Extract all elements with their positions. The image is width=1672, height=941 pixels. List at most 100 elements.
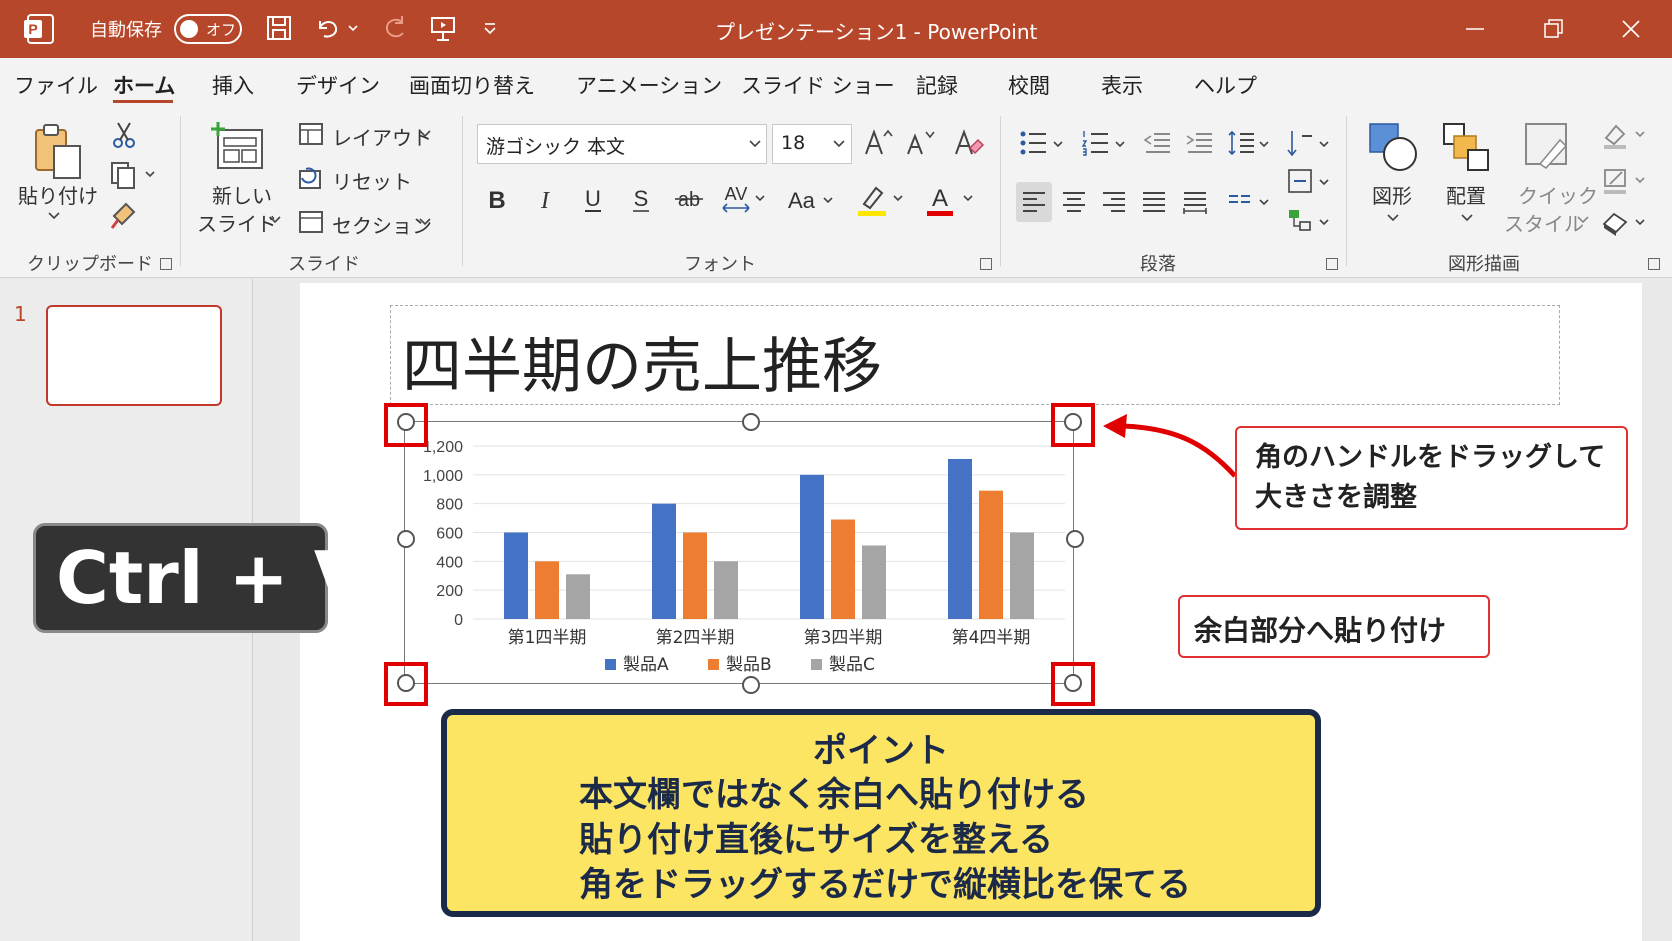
font-color-icon[interactable]: A bbox=[926, 182, 978, 218]
shapes-dropdown-icon[interactable] bbox=[1386, 212, 1400, 224]
paragraph-launcher[interactable] bbox=[1326, 258, 1338, 270]
tab-insert[interactable]: 挿入 bbox=[212, 70, 254, 100]
align-text-icon[interactable] bbox=[1286, 166, 1332, 196]
shape-outline-icon[interactable] bbox=[1600, 166, 1650, 196]
autosave-toggle[interactable]: オフ bbox=[174, 14, 242, 44]
customize-toolbar-icon[interactable] bbox=[480, 13, 500, 43]
increase-font-size-icon[interactable] bbox=[862, 126, 896, 158]
highlight-color-icon[interactable] bbox=[856, 182, 908, 218]
resize-handle-bottom[interactable] bbox=[742, 676, 760, 694]
tab-slideshow[interactable]: スライド ショー bbox=[741, 70, 895, 100]
undo-icon[interactable] bbox=[312, 13, 342, 43]
arrange-icon[interactable] bbox=[1440, 120, 1494, 176]
arrange-button[interactable]: 配置 bbox=[1446, 180, 1486, 209]
bullets-icon[interactable] bbox=[1018, 128, 1070, 158]
resize-handle-top[interactable] bbox=[742, 413, 760, 431]
columns-icon[interactable] bbox=[1226, 190, 1272, 216]
save-icon[interactable] bbox=[264, 13, 294, 43]
section-icon[interactable] bbox=[298, 210, 324, 234]
undo-dropdown-icon[interactable] bbox=[346, 13, 360, 43]
tab-transitions[interactable]: 画面切り替え bbox=[409, 70, 535, 100]
bar-製品B-第1四半期 bbox=[535, 561, 559, 619]
quick-styles-label-2[interactable]: スタイル bbox=[1504, 208, 1584, 237]
new-slide-dropdown-icon[interactable] bbox=[268, 214, 282, 226]
resize-callout: 角のハンドルをドラッグして 大きさを調整 bbox=[1235, 426, 1628, 530]
font-name-dropdown-icon[interactable] bbox=[748, 138, 762, 150]
resize-handle-top-left[interactable] bbox=[397, 413, 415, 431]
increase-indent-icon[interactable] bbox=[1184, 128, 1214, 158]
numbering-icon[interactable] bbox=[1080, 128, 1132, 158]
layout-dropdown-icon[interactable] bbox=[418, 128, 432, 140]
shapes-button[interactable]: 図形 bbox=[1372, 180, 1412, 209]
tab-file[interactable]: ファイル bbox=[14, 70, 98, 100]
distributed-icon[interactable] bbox=[1180, 186, 1210, 216]
quick-styles-label-1[interactable]: クイック bbox=[1518, 180, 1598, 209]
change-case-icon[interactable]: Aa bbox=[784, 184, 838, 214]
clear-formatting-icon[interactable] bbox=[952, 126, 986, 158]
bar-chart[interactable]: 0 200 400 600 800 1,000 1,200 第1四半期 第2四半期 第3四半期 第4… bbox=[395, 420, 1077, 685]
resize-handle-right[interactable] bbox=[1066, 530, 1084, 548]
new-slide-label-2[interactable]: スライド bbox=[197, 208, 277, 237]
tab-design[interactable]: デザイン bbox=[296, 70, 380, 100]
font-name-select[interactable]: 游ゴシック 本文 bbox=[477, 124, 767, 164]
font-size-dropdown-icon[interactable] bbox=[832, 138, 846, 150]
slide-thumbnail[interactable] bbox=[46, 305, 222, 406]
shape-fill-icon[interactable] bbox=[1600, 120, 1650, 150]
layout-icon[interactable] bbox=[298, 122, 324, 146]
tab-help[interactable]: ヘルプ bbox=[1194, 70, 1257, 100]
clipboard-launcher[interactable] bbox=[160, 258, 172, 270]
align-right-icon[interactable] bbox=[1100, 188, 1128, 216]
shapes-icon[interactable] bbox=[1366, 120, 1420, 176]
font-launcher[interactable] bbox=[980, 258, 992, 270]
tab-view[interactable]: 表示 bbox=[1101, 70, 1143, 100]
new-slide-label-1[interactable]: 新しい bbox=[212, 180, 272, 209]
redo-icon[interactable] bbox=[380, 13, 410, 43]
align-left-icon[interactable] bbox=[1020, 188, 1048, 216]
tab-home[interactable]: ホーム bbox=[113, 70, 175, 100]
copy-icon[interactable] bbox=[108, 160, 158, 190]
decrease-indent-icon[interactable] bbox=[1142, 128, 1172, 158]
close-icon[interactable] bbox=[1616, 14, 1646, 44]
present-from-start-icon[interactable] bbox=[428, 13, 458, 43]
resize-handle-bottom-right[interactable] bbox=[1064, 674, 1082, 692]
italic-icon[interactable]: I bbox=[532, 184, 558, 214]
cut-icon[interactable] bbox=[110, 120, 138, 150]
shape-effects-icon[interactable] bbox=[1600, 208, 1650, 238]
bold-icon[interactable]: B bbox=[484, 184, 510, 214]
shortcut-badge: Ctrl + V bbox=[33, 523, 370, 633]
paste-icon[interactable] bbox=[30, 122, 86, 182]
new-slide-icon[interactable] bbox=[210, 120, 266, 176]
tab-record[interactable]: 記録 bbox=[916, 70, 958, 100]
justify-icon[interactable] bbox=[1140, 188, 1168, 216]
decrease-font-size-icon[interactable] bbox=[904, 126, 938, 158]
underline-icon[interactable]: U bbox=[580, 184, 606, 214]
strikethrough-icon[interactable]: ab bbox=[672, 184, 706, 214]
section-dropdown-icon[interactable] bbox=[418, 216, 432, 228]
reset-button[interactable]: リセット bbox=[332, 166, 412, 195]
resize-handle-top-right[interactable] bbox=[1064, 413, 1082, 431]
resize-handle-bottom-left[interactable] bbox=[397, 674, 415, 692]
drawing-launcher[interactable] bbox=[1648, 258, 1660, 270]
quick-styles-icon[interactable] bbox=[1520, 120, 1574, 176]
shadow-icon[interactable]: S bbox=[628, 184, 654, 214]
format-painter-icon[interactable] bbox=[108, 200, 140, 232]
quick-styles-dropdown-icon[interactable] bbox=[1576, 214, 1590, 226]
arrange-dropdown-icon[interactable] bbox=[1460, 212, 1474, 224]
paste-button[interactable]: 貼り付け bbox=[18, 180, 98, 209]
layout-button[interactable]: レイアウト bbox=[332, 122, 432, 151]
tab-animations[interactable]: アニメーション bbox=[576, 70, 722, 100]
text-direction-icon[interactable] bbox=[1286, 128, 1332, 158]
minimize-icon[interactable] bbox=[1460, 14, 1490, 44]
restore-icon[interactable] bbox=[1538, 14, 1568, 44]
section-button[interactable]: セクション bbox=[332, 210, 432, 239]
align-center-icon[interactable] bbox=[1060, 188, 1088, 216]
tab-review[interactable]: 校閲 bbox=[1008, 70, 1050, 100]
convert-to-smartart-icon[interactable] bbox=[1286, 206, 1332, 236]
line-spacing-icon[interactable] bbox=[1226, 128, 1272, 158]
bar-製品B-第4四半期 bbox=[979, 490, 1003, 619]
paste-dropdown-icon[interactable] bbox=[46, 210, 62, 222]
reset-icon[interactable] bbox=[298, 166, 324, 190]
slide-title[interactable]: 四半期の売上推移 bbox=[402, 318, 882, 405]
character-spacing-icon[interactable]: AV bbox=[720, 182, 770, 216]
resize-handle-left[interactable] bbox=[397, 530, 415, 548]
